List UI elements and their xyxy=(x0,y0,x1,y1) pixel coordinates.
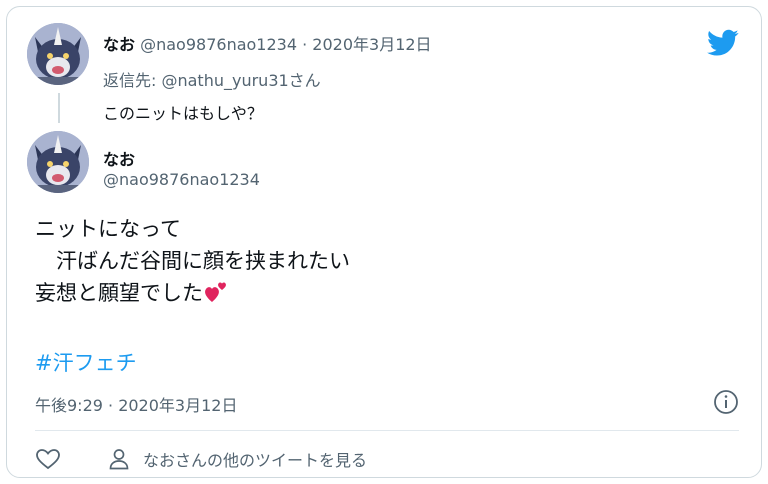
parent-tweet-header: なお @nao9876nao1234 · 2020年3月12日 xyxy=(103,31,432,55)
display-name[interactable]: なお xyxy=(103,146,135,170)
person-icon xyxy=(109,449,129,470)
tweet-line: 妄想と願望でした xyxy=(35,281,203,305)
separator: · xyxy=(302,35,308,54)
avatar[interactable] xyxy=(27,23,89,85)
more-tweets-link[interactable]: なおさんの他のツイートを見る xyxy=(107,447,367,471)
avatar[interactable] xyxy=(27,131,89,193)
thread-connector xyxy=(58,93,60,123)
display-name[interactable]: なお xyxy=(103,35,135,54)
hashtag-link[interactable]: #汗フェチ xyxy=(35,347,137,377)
two-hearts-icon xyxy=(205,282,226,302)
tweet-line: 汗ばんだ谷間に顔を挟まれたい xyxy=(35,249,350,273)
avatar-image xyxy=(27,131,89,193)
tweet-timestamp[interactable]: 午後9:29 · 2020年3月12日 xyxy=(35,392,237,416)
reply-to-handle-link[interactable]: @nathu_yuru31 xyxy=(161,71,288,90)
twitter-bird-icon[interactable] xyxy=(707,29,739,57)
tweet-body: ニットになって 汗ばんだ谷間に顔を挟まれたい 妄想と願望でした xyxy=(35,213,350,309)
tweet-embed-card: なお @nao9876nao1234 · 2020年3月12日 返信先: @na… xyxy=(6,6,762,478)
reply-suffix: さん xyxy=(288,71,321,90)
reply-to-line: 返信先: @nathu_yuru31さん xyxy=(103,67,321,91)
divider xyxy=(35,430,739,431)
parent-tweet-text: このニットはもしや？ xyxy=(103,104,263,123)
avatar-image xyxy=(27,23,89,85)
user-handle[interactable]: @nao9876nao1234 xyxy=(103,170,260,189)
tweet-line: ニットになって xyxy=(35,217,181,241)
info-icon[interactable] xyxy=(713,389,739,415)
more-tweets-label: なおさんの他のツイートを見る xyxy=(143,451,368,470)
tweet-date[interactable]: 2020年3月12日 xyxy=(312,35,431,54)
heart-outline-icon[interactable] xyxy=(35,447,61,471)
user-handle[interactable]: @nao9876nao1234 xyxy=(140,35,297,54)
reply-prefix: 返信先: xyxy=(103,71,162,90)
